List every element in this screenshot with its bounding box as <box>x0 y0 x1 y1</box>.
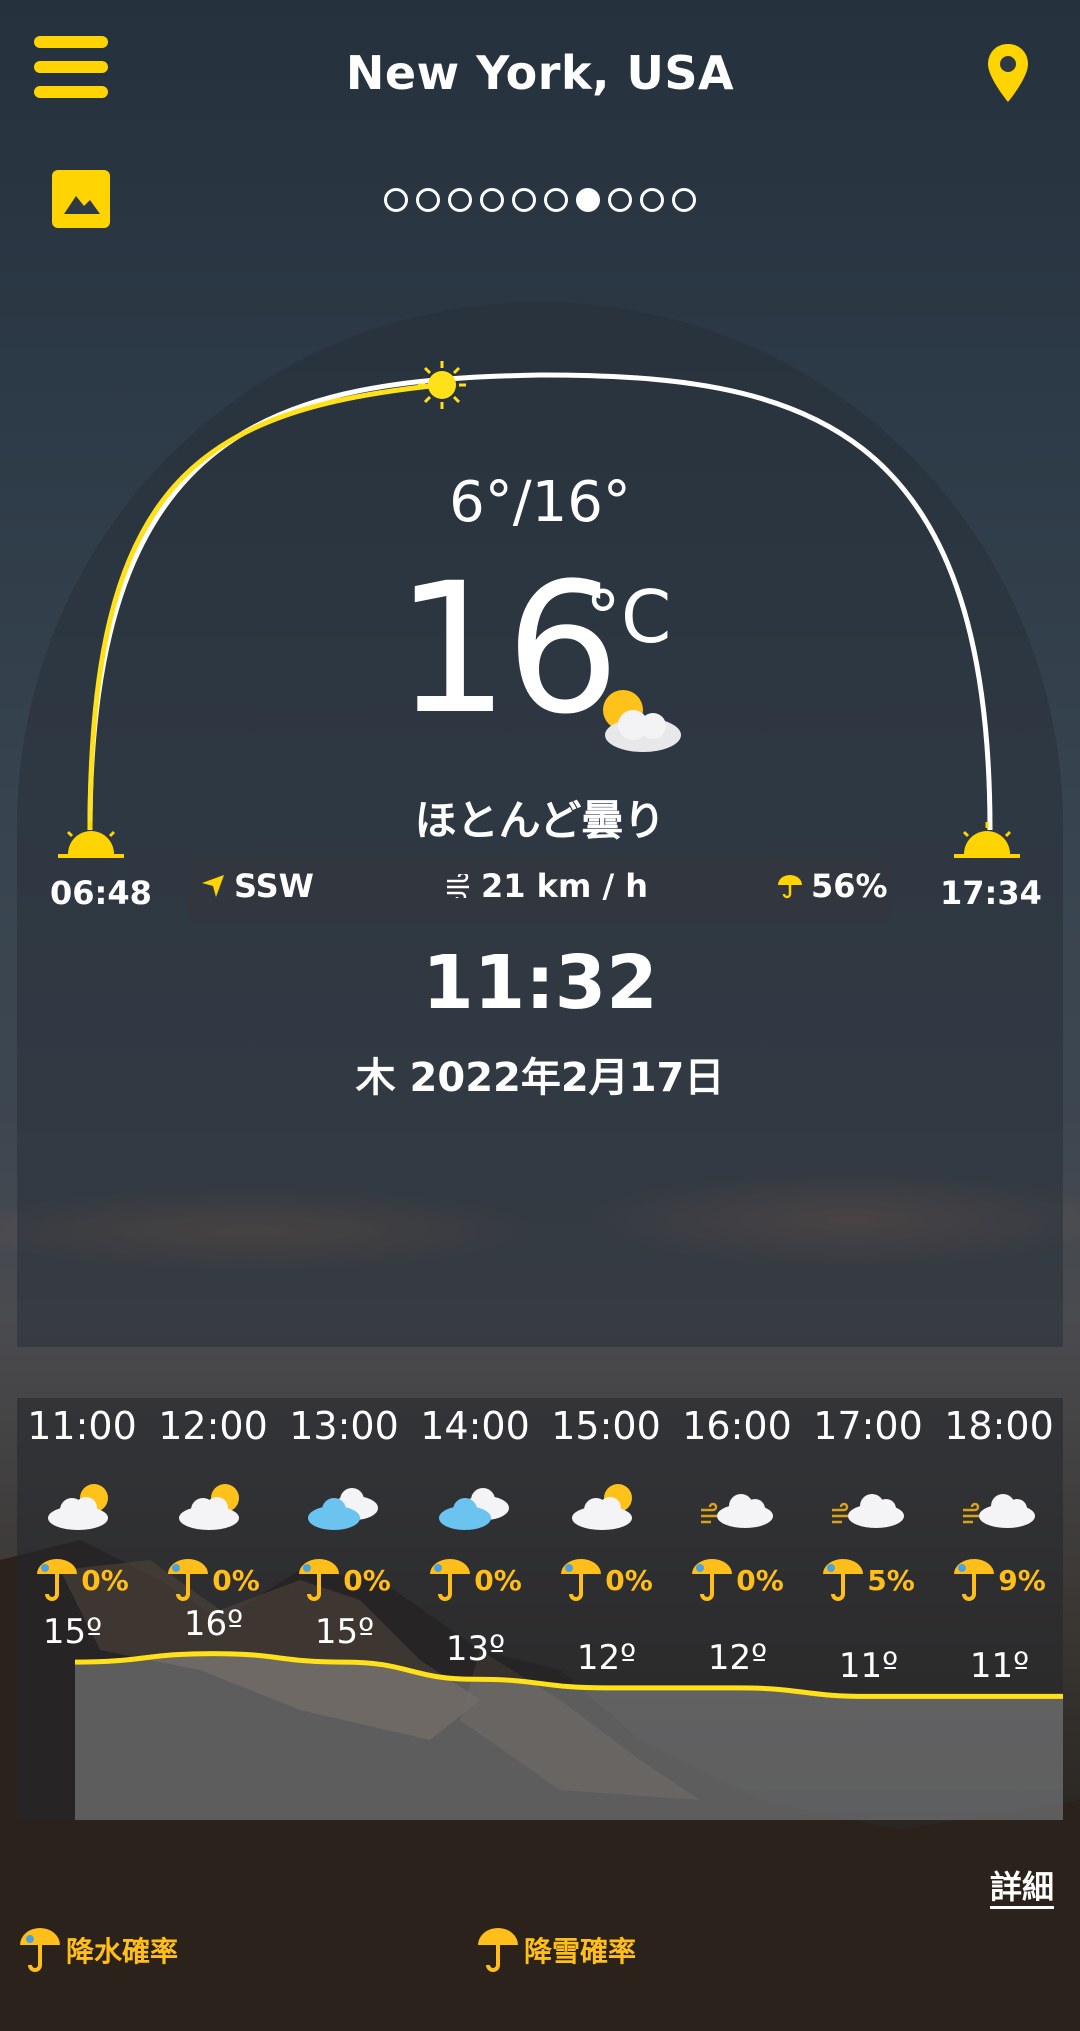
hourly-item[interactable]: 11:00 0% <box>17 1398 147 1604</box>
hourly-temperature: 13º <box>445 1629 506 1670</box>
precipitation-label: 56% <box>811 867 888 905</box>
precipitation: 56% <box>777 867 888 905</box>
partly-cloudy-icon <box>572 1484 632 1530</box>
wind-speed: 21 km / h <box>445 867 648 905</box>
hourly-rain-chance: 0% <box>541 1556 671 1604</box>
hourly-time: 15:00 <box>551 1404 661 1448</box>
windy-cloud-icon <box>832 1494 904 1528</box>
temperature-unit: °C <box>585 575 672 659</box>
sunrise-icon <box>58 822 124 858</box>
hourly-temperature: 12º <box>576 1637 637 1678</box>
wind-speed-label: 21 km / h <box>481 867 649 905</box>
umbrella-rain-icon <box>37 1559 78 1601</box>
hourly-temperature: 15º <box>42 1612 103 1653</box>
hourly-rain-chance: 0% <box>17 1556 147 1604</box>
weather-condition: ほとんど曇り <box>414 796 666 845</box>
hourly-rain-label: 0% <box>343 1563 391 1597</box>
umbrella-rain-icon <box>168 1559 209 1601</box>
hourly-temperature: 16º <box>183 1603 244 1644</box>
hourly-item[interactable]: 14:00 0% <box>410 1398 540 1604</box>
current-time: 11:32 <box>422 940 658 1026</box>
umbrella-rain-icon <box>561 1559 602 1601</box>
sun-arc <box>87 361 993 831</box>
umbrella-rain-icon <box>954 1559 995 1601</box>
temp-range: 6°/16° <box>449 470 631 535</box>
hourly-time: 18:00 <box>944 1404 1054 1448</box>
hourly-item[interactable]: 16:00 0% <box>672 1398 802 1604</box>
umbrella-rain-icon <box>430 1559 471 1601</box>
hourly-rain-label: 0% <box>605 1563 653 1597</box>
hourly-temperature: 15º <box>314 1612 375 1653</box>
hourly-rain-chance: 9% <box>934 1556 1064 1604</box>
windy-cloud-icon <box>701 1494 773 1528</box>
sunset-icon <box>954 822 1020 858</box>
umbrella-rain-icon <box>20 1928 60 1972</box>
hourly-rain-label: 0% <box>474 1563 522 1597</box>
hourly-rain-chance: 0% <box>410 1556 540 1604</box>
hourly-rain-chance: 0% <box>672 1556 802 1604</box>
hourly-temperature: 12º <box>707 1637 768 1678</box>
hourly-rain-label: 0% <box>736 1563 784 1597</box>
hourly-rain-label: 5% <box>867 1563 915 1597</box>
hourly-item[interactable]: 12:00 0% <box>148 1398 278 1604</box>
hourly-item[interactable]: 18:00 9% <box>934 1398 1064 1604</box>
legend-rain-label: 降水確率 <box>66 1935 179 1968</box>
umbrella-icon <box>778 875 802 899</box>
current-temperature: 16 <box>395 545 620 754</box>
partly-cloudy-icon <box>48 1484 108 1530</box>
hourly-time: 14:00 <box>420 1404 530 1448</box>
wind-info-bar: SSW 21 km / h 56% <box>188 857 891 923</box>
sunrise-time: 06:48 <box>50 874 152 912</box>
umbrella-rain-icon <box>692 1559 733 1601</box>
partly-cloudy-icon <box>179 1484 239 1530</box>
sunset-time: 17:34 <box>940 874 1042 912</box>
hourly-rain-chance: 0% <box>148 1556 278 1604</box>
legend-snow: 降雪確率 <box>476 1925 636 1975</box>
hourly-time: 11:00 <box>27 1404 137 1448</box>
umbrella-rain-icon <box>823 1559 864 1601</box>
cloudy-icon <box>308 1488 378 1530</box>
hourly-rain-label: 0% <box>212 1563 260 1597</box>
hourly-temperature: 11º <box>838 1646 899 1687</box>
hourly-rain-chance: 5% <box>803 1556 933 1604</box>
cloudy-icon <box>439 1488 509 1530</box>
hourly-time: 17:00 <box>813 1404 923 1448</box>
hourly-item[interactable]: 13:00 0% <box>279 1398 409 1604</box>
windy-cloud-icon <box>963 1494 1035 1528</box>
hourly-temperature: 11º <box>969 1646 1030 1687</box>
hourly-rain-chance: 0% <box>279 1556 409 1604</box>
wind-direction-label: SSW <box>234 867 314 905</box>
details-link[interactable]: 詳細 <box>990 1862 1054 1908</box>
hourly-rain-label: 0% <box>81 1563 129 1597</box>
wind-direction: SSW <box>200 867 314 905</box>
umbrella-snow-icon <box>478 1928 518 1972</box>
hourly-time: 13:00 <box>289 1404 399 1448</box>
wind-icon <box>447 874 469 898</box>
current-date: 木 2022年2月17日 <box>355 1055 725 1101</box>
hourly-item[interactable]: 17:00 5% <box>803 1398 933 1604</box>
legend-snow-label: 降雪確率 <box>524 1935 637 1968</box>
hourly-time: 12:00 <box>158 1404 268 1448</box>
partly-cloudy-icon <box>603 690 681 752</box>
hourly-item[interactable]: 15:00 0% <box>541 1398 671 1604</box>
hourly-rain-label: 9% <box>998 1563 1046 1597</box>
wind-direction-arrow-icon <box>202 875 224 897</box>
legend-rain: 降水確率 <box>18 1925 178 1975</box>
umbrella-rain-icon <box>299 1559 340 1601</box>
hourly-time: 16:00 <box>682 1404 792 1448</box>
